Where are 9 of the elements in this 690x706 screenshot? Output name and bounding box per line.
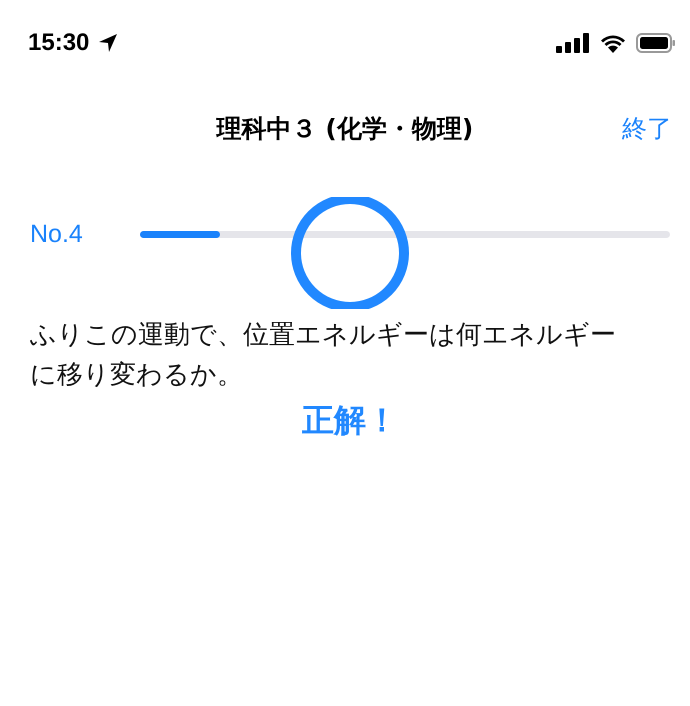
screen-title: 理科中３ (化学・物理) (216, 112, 474, 144)
question-number: No.4 (30, 220, 84, 248)
finish-button[interactable]: 終了 (622, 112, 672, 144)
question-text: ふりこの運動で、位置エネルギーは何エネルギーに移り変わるか。 (30, 319, 617, 392)
location-arrow-icon (97, 32, 120, 54)
signal-icon (556, 33, 590, 53)
result-label: 正解！ (302, 400, 398, 441)
battery-icon (636, 33, 676, 53)
status-time: 15:30 (28, 29, 90, 57)
